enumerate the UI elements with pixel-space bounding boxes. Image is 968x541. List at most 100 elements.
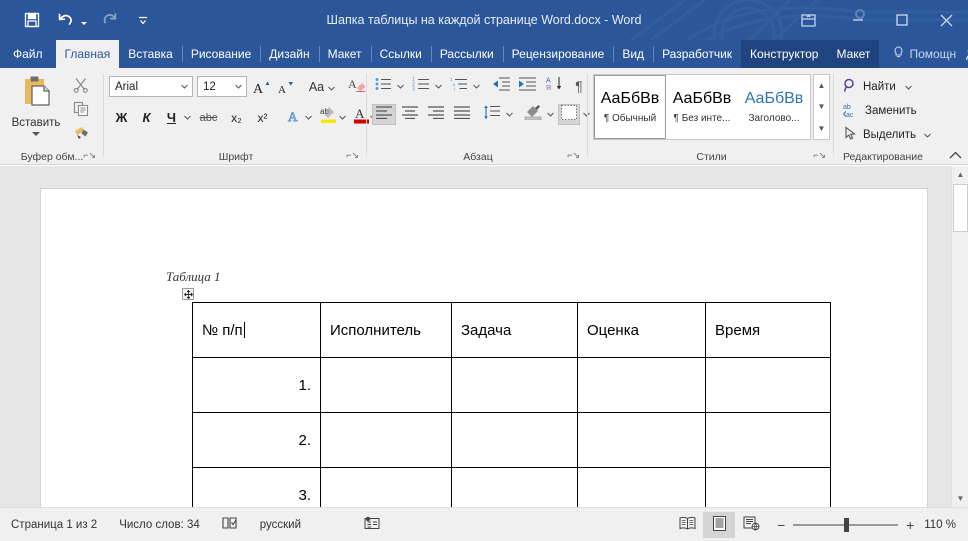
word-count[interactable]: Число слов: 34 <box>108 519 211 531</box>
line-spacing-dropdown-icon[interactable] <box>503 104 515 125</box>
font-name-box[interactable]: Arial <box>109 76 193 97</box>
numbered-list-button[interactable]: 123 <box>410 76 432 96</box>
table-cell[interactable] <box>452 413 578 468</box>
multilevel-list-button[interactable]: 1ai <box>448 76 470 96</box>
view-read-mode-button[interactable] <box>671 512 703 538</box>
font-name-dropdown-icon[interactable] <box>177 84 192 89</box>
proofing-status[interactable] <box>211 516 249 533</box>
replace-button[interactable]: ab ac Заменить <box>843 100 917 122</box>
tab-references[interactable]: Ссылки <box>371 40 431 68</box>
strikethrough-button[interactable]: abc <box>197 106 220 129</box>
bullet-list-button[interactable] <box>372 76 394 96</box>
styles-scroll-up-icon[interactable]: ▲ <box>814 75 829 96</box>
table-cell[interactable] <box>578 358 706 413</box>
zoom-track[interactable] <box>793 524 898 526</box>
close-icon[interactable] <box>924 0 968 40</box>
tab-design[interactable]: Дизайн <box>260 40 318 68</box>
ribbon-display-options-icon[interactable] <box>780 0 836 40</box>
undo-icon[interactable] <box>55 10 75 30</box>
font-size-box[interactable]: 12 <box>197 76 247 97</box>
collapse-ribbon-button[interactable] <box>949 151 962 163</box>
macro-recording-button[interactable] <box>312 516 391 533</box>
italic-button[interactable]: К <box>135 106 158 129</box>
font-dialog-launcher[interactable]: ⌐↘ <box>346 150 359 161</box>
tab-insert[interactable]: Вставка <box>119 40 182 68</box>
document-canvas[interactable]: Таблица 1 № п/п Исполнитель Задача Оценк… <box>0 166 968 507</box>
paragraph-dialog-launcher[interactable]: ⌐↘ <box>567 150 580 161</box>
window-controls[interactable] <box>780 0 968 40</box>
table-header-row[interactable]: № п/п Исполнитель Задача Оценка Время <box>193 303 831 358</box>
document-table[interactable]: № п/п Исполнитель Задача Оценка Время 1.… <box>192 302 831 523</box>
view-web-layout-button[interactable] <box>735 512 767 538</box>
shading-dropdown-icon[interactable] <box>544 104 556 125</box>
find-button[interactable]: Найти <box>843 76 912 98</box>
zoom-in-button[interactable]: + <box>905 517 915 533</box>
tab-layout[interactable]: Макет <box>319 40 371 68</box>
scroll-down-icon[interactable]: ▼ <box>952 490 968 507</box>
show-marks-button[interactable]: ¶ <box>570 76 588 96</box>
styles-more-icon[interactable]: ▼ <box>814 118 829 139</box>
tab-review[interactable]: Рецензирование <box>503 40 614 68</box>
shrink-font-button[interactable]: A <box>275 76 297 97</box>
subscript-button[interactable]: x₂ <box>225 106 248 129</box>
clipboard-dialog-launcher[interactable]: ⌐↘ <box>83 150 96 161</box>
save-icon[interactable] <box>22 10 42 30</box>
table-header-cell-1[interactable]: Исполнитель <box>321 303 452 358</box>
cut-button[interactable] <box>68 76 94 98</box>
styles-scroll-down-icon[interactable]: ▼ <box>814 96 829 117</box>
copy-button[interactable] <box>68 100 94 122</box>
style-normal[interactable]: АаБбВв ¶ Обычный <box>594 75 666 139</box>
change-case-button[interactable]: Aa <box>303 76 341 97</box>
tab-table-layout[interactable]: Макет <box>827 40 879 68</box>
tab-table-design[interactable]: Конструктор <box>741 40 827 68</box>
bold-button[interactable]: Ж <box>110 106 133 129</box>
styles-gallery-scroll[interactable]: ▲ ▼ ▼ <box>813 74 830 140</box>
table-move-handle-icon[interactable] <box>182 288 194 300</box>
table-cell[interactable] <box>706 358 831 413</box>
text-effects-dropdown-icon[interactable] <box>302 106 314 129</box>
zoom-out-button[interactable]: − <box>776 517 786 533</box>
multilevel-list-dropdown-icon[interactable] <box>470 76 482 96</box>
change-case-dropdown-icon[interactable] <box>328 80 335 94</box>
document-page[interactable]: Таблица 1 № п/п Исполнитель Задача Оценк… <box>40 188 928 518</box>
table-header-cell-2[interactable]: Задача <box>452 303 578 358</box>
increase-indent-button[interactable] <box>515 76 539 96</box>
shading-button[interactable] <box>522 104 544 125</box>
table-cell[interactable] <box>706 413 831 468</box>
table-cell-number[interactable]: 2. <box>193 413 321 468</box>
tab-file[interactable]: Файл <box>0 40 56 68</box>
paste-dropdown-icon[interactable] <box>32 132 40 136</box>
decrease-indent-button[interactable] <box>489 76 513 96</box>
table-cell[interactable] <box>452 358 578 413</box>
maximize-icon[interactable] <box>880 0 924 40</box>
table-row[interactable]: 1. <box>193 358 831 413</box>
zoom-thumb[interactable] <box>844 518 849 532</box>
line-spacing-button[interactable] <box>481 104 503 125</box>
ribbon-tab-bar[interactable]: Файл Главная Вставка Рисование Дизайн Ма… <box>0 40 968 68</box>
table-cell[interactable] <box>578 413 706 468</box>
align-right-button[interactable] <box>424 104 448 125</box>
justify-button[interactable] <box>450 104 474 125</box>
align-center-button[interactable] <box>398 104 422 125</box>
font-size-dropdown-icon[interactable] <box>231 84 246 89</box>
paste-button[interactable]: Вставить <box>8 74 64 142</box>
format-painter-button[interactable] <box>68 124 94 146</box>
vertical-scrollbar[interactable]: ▲ ▼ <box>951 166 968 507</box>
table-cell[interactable] <box>321 358 452 413</box>
tell-me-box[interactable]: Помощн <box>879 40 965 68</box>
language-indicator[interactable]: русский <box>249 519 312 531</box>
grow-font-button[interactable]: A <box>251 76 273 97</box>
styles-dialog-launcher[interactable]: ⌐↘ <box>813 150 826 161</box>
zoom-slider[interactable]: − + <box>767 517 924 533</box>
select-dropdown-icon[interactable] <box>924 129 931 141</box>
table-header-cell-0[interactable]: № п/п <box>193 303 321 358</box>
borders-button[interactable] <box>558 104 580 125</box>
tab-developer[interactable]: Разработчик <box>653 40 741 68</box>
bullet-list-dropdown-icon[interactable] <box>394 76 406 96</box>
align-left-button[interactable] <box>372 104 396 125</box>
view-print-layout-button[interactable] <box>703 512 735 538</box>
underline-dropdown-icon[interactable] <box>181 106 193 129</box>
highlight-dropdown-icon[interactable] <box>336 106 348 129</box>
tab-draw[interactable]: Рисование <box>182 40 260 68</box>
sort-button[interactable]: А Я <box>544 76 566 96</box>
